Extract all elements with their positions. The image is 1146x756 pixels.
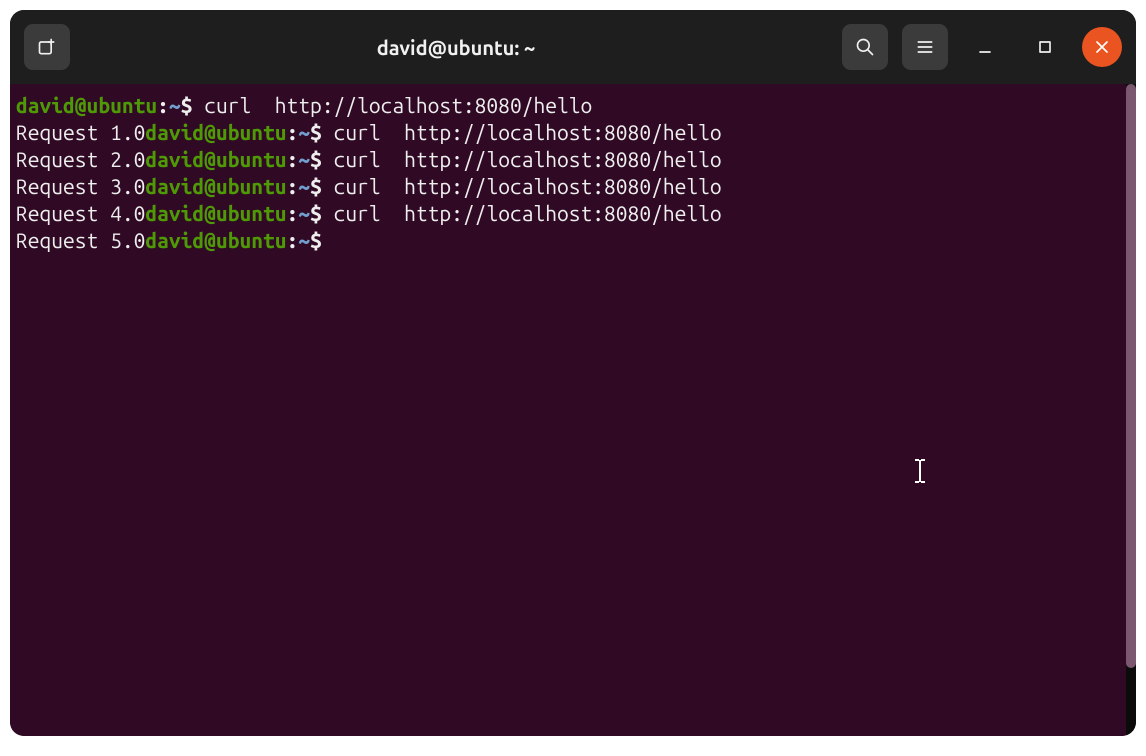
command-text: curl http://localhost:8080/hello (334, 120, 722, 144)
prompt-user: david@ubuntu (145, 174, 286, 198)
minimize-icon (975, 37, 995, 57)
scrollbar-thumb[interactable] (1126, 84, 1136, 668)
terminal-area[interactable]: david@ubuntu:~$ curl http://localhost:80… (10, 84, 1126, 736)
prompt-user: david@ubuntu (145, 120, 286, 144)
prompt-sep2: $ (181, 93, 193, 117)
command-text: curl http://localhost:8080/hello (204, 93, 592, 117)
prompt-user: david@ubuntu (16, 93, 157, 117)
new-tab-icon (37, 37, 57, 57)
output-line: Request 3.0 (16, 174, 145, 198)
prompt-user: david@ubuntu (145, 147, 286, 171)
output-line: Request 1.0 (16, 120, 145, 144)
scrollbar[interactable] (1126, 84, 1136, 736)
output-line: Request 4.0 (16, 201, 145, 225)
command-text: curl http://localhost:8080/hello (334, 147, 722, 171)
maximize-button[interactable] (1022, 24, 1068, 70)
prompt-path: ~ (169, 93, 181, 117)
maximize-icon (1035, 37, 1055, 57)
command-text: curl http://localhost:8080/hello (334, 201, 722, 225)
search-icon (855, 37, 875, 57)
output-line: Request 2.0 (16, 147, 145, 171)
text-cursor-icon (818, 431, 834, 457)
command-text: curl http://localhost:8080/hello (334, 174, 722, 198)
window-title: david@ubuntu: ~ (70, 36, 842, 59)
close-button[interactable] (1082, 27, 1122, 67)
prompt-sep1: : (157, 93, 169, 117)
terminal-window: david@ubuntu: ~ (10, 10, 1136, 736)
menu-button[interactable] (902, 24, 948, 70)
hamburger-icon (915, 37, 935, 57)
new-tab-button[interactable] (24, 24, 70, 70)
titlebar: david@ubuntu: ~ (10, 10, 1136, 84)
close-icon (1092, 37, 1112, 57)
output-line: Request 5.0 (16, 228, 145, 252)
prompt-user: david@ubuntu (145, 228, 286, 252)
prompt-user: david@ubuntu (145, 201, 286, 225)
search-button[interactable] (842, 24, 888, 70)
minimize-button[interactable] (962, 24, 1008, 70)
